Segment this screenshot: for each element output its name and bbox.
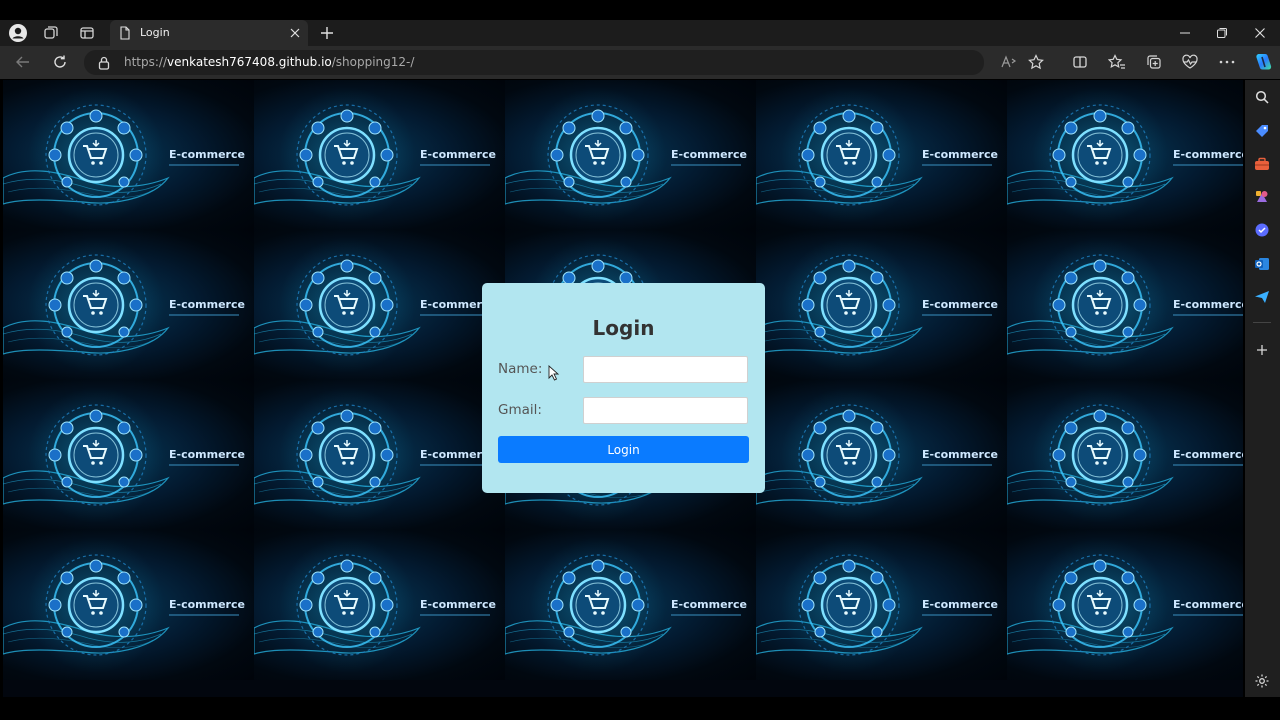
settings-icon[interactable] <box>1253 672 1271 690</box>
background-tile: E-commerce <box>254 380 505 530</box>
gmail-input[interactable] <box>583 397 748 424</box>
tile-label: E-commerce <box>420 598 496 611</box>
background-tile: E-commerce <box>3 230 254 380</box>
background-tile: E-commerce <box>3 80 254 230</box>
tile-label: E-commerce <box>169 448 245 461</box>
url-scheme: https:// <box>124 55 168 69</box>
read-aloud-icon[interactable] <box>1000 54 1018 70</box>
close-tab-icon[interactable] <box>288 26 302 40</box>
tools-icon[interactable] <box>1253 155 1271 173</box>
background-tile: E-commerce <box>756 80 1007 230</box>
tile-label: E-commerce <box>1173 598 1243 611</box>
copilot-sidebar-icon[interactable] <box>1253 221 1271 239</box>
background-tile: E-commerce <box>254 230 505 380</box>
background-tile: E-commerce <box>505 80 756 230</box>
login-form: Login Name: Gmail: Login <box>482 283 765 493</box>
restore-icon[interactable] <box>1213 24 1231 42</box>
tile-label: E-commerce <box>169 298 245 311</box>
background-tile: E-commerce <box>1007 380 1243 530</box>
background-tile: E-commerce <box>505 530 756 680</box>
tab-title: Login <box>140 26 170 39</box>
new-tab-icon[interactable] <box>318 24 336 42</box>
gmail-label: Gmail: <box>498 402 542 418</box>
more-icon[interactable] <box>1218 53 1236 71</box>
tile-label: E-commerce <box>922 148 998 161</box>
tile-label: E-commerce <box>922 298 998 311</box>
background-tile: E-commerce <box>3 530 254 680</box>
background-tile: E-commerce <box>756 230 1007 380</box>
address-bar[interactable]: https://venkatesh767408.github.io/shoppi… <box>84 50 984 75</box>
tile-label: E-commerce <box>922 598 998 611</box>
url-path: /shopping12-/ <box>331 55 415 69</box>
browser-window: Login https://venkatesh767408.github.io/… <box>0 0 1280 720</box>
browser-essentials-icon[interactable] <box>1181 53 1199 71</box>
tile-label: E-commerce <box>1173 448 1243 461</box>
background-tile: E-commerce <box>1007 230 1243 380</box>
background-tile: E-commerce <box>756 380 1007 530</box>
background-tile: E-commerce <box>3 380 254 530</box>
tile-label: E-commerce <box>420 148 496 161</box>
mouse-cursor <box>548 364 560 385</box>
send-icon[interactable] <box>1253 288 1271 306</box>
search-icon[interactable] <box>1253 88 1271 106</box>
tab-actions-icon[interactable] <box>78 24 96 42</box>
tile-label: E-commerce <box>169 148 245 161</box>
back-icon[interactable] <box>14 53 32 71</box>
tile-label: E-commerce <box>1173 148 1243 161</box>
tile-label: E-commerce <box>671 598 747 611</box>
edge-sidebar <box>1245 80 1280 697</box>
minimize-icon[interactable] <box>1176 24 1194 42</box>
games-icon[interactable] <box>1253 188 1271 206</box>
background-tile: E-commerce <box>756 530 1007 680</box>
url-host: venkatesh767408.github.io <box>167 55 332 69</box>
tile-label: E-commerce <box>169 598 245 611</box>
name-input[interactable] <box>583 356 748 383</box>
profile-icon[interactable] <box>8 23 28 43</box>
shopping-icon[interactable] <box>1253 122 1271 140</box>
workspaces-icon[interactable] <box>42 24 60 42</box>
tile-label: E-commerce <box>671 148 747 161</box>
collections-icon[interactable] <box>1145 53 1163 71</box>
tab-login[interactable]: Login <box>110 20 308 46</box>
outlook-icon[interactable] <box>1253 255 1271 273</box>
favorite-star-icon[interactable] <box>1027 53 1045 71</box>
lock-icon[interactable] <box>96 55 112 71</box>
background-tile: E-commerce <box>254 80 505 230</box>
background-tile: E-commerce <box>1007 530 1243 680</box>
favorites-icon[interactable] <box>1108 53 1126 71</box>
split-screen-icon[interactable] <box>1071 53 1089 71</box>
refresh-icon[interactable] <box>51 53 69 71</box>
url-text[interactable]: https://venkatesh767408.github.io/shoppi… <box>124 55 414 69</box>
close-window-icon[interactable] <box>1251 24 1269 42</box>
background-tile: E-commerce <box>1007 80 1243 230</box>
tile-label: E-commerce <box>1173 298 1243 311</box>
add-icon[interactable] <box>1253 341 1271 359</box>
background-tile: E-commerce <box>254 530 505 680</box>
page-icon <box>118 26 132 40</box>
sidebar-divider <box>1253 322 1271 323</box>
name-label: Name: <box>498 361 543 377</box>
login-title: Login <box>592 316 655 340</box>
copilot-icon[interactable] <box>1252 51 1274 73</box>
login-button[interactable]: Login <box>498 436 749 463</box>
tile-label: E-commerce <box>922 448 998 461</box>
